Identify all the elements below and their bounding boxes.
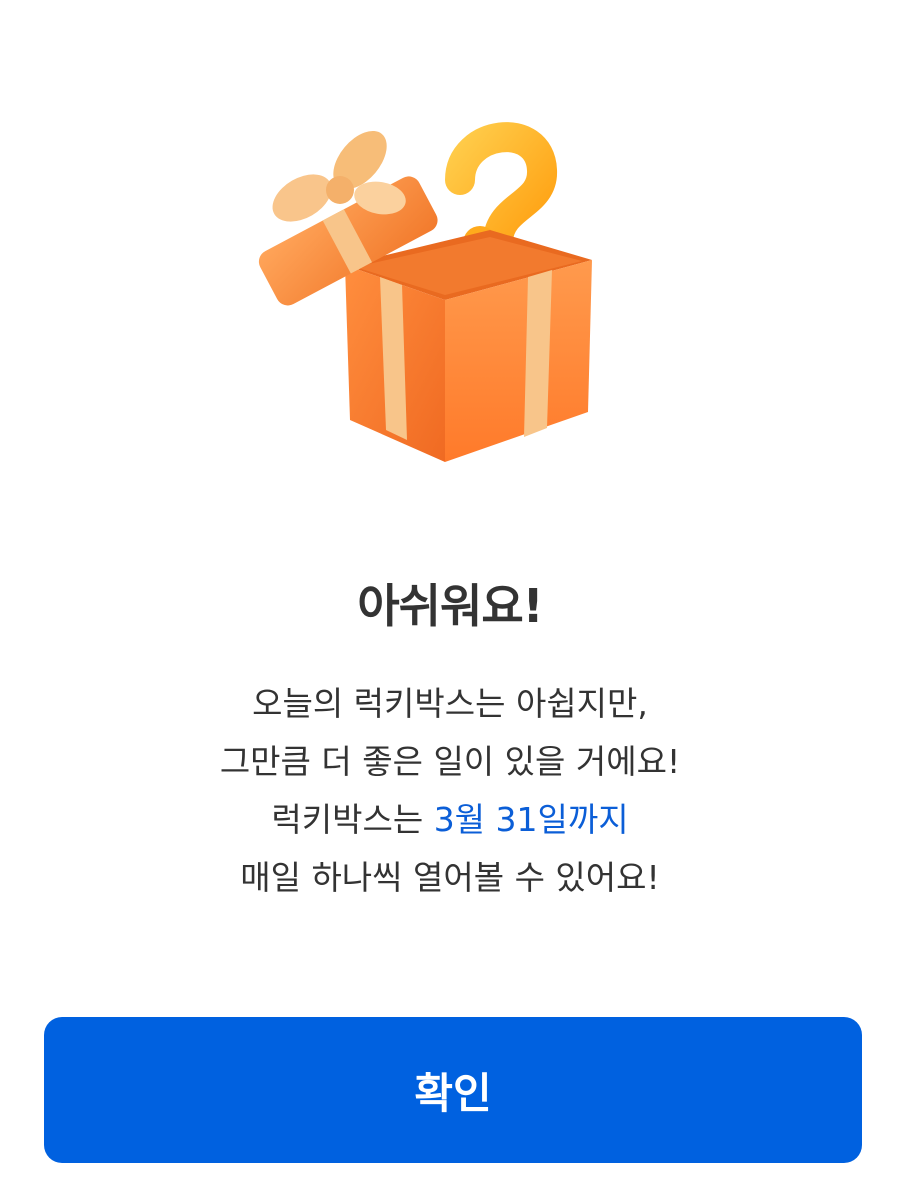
message-line-2: 그만큼 더 좋은 일이 있을 거에요! [219, 742, 681, 781]
dialog-message: 오늘의 럭키박스는 아쉽지만, 그만큼 더 좋은 일이 있을 거에요! 럭키박스… [0, 675, 900, 907]
open-gift-box-question-mark-icon [240, 100, 620, 480]
deadline-highlight: 3월 31일까지 [433, 800, 629, 839]
message-line-3: 럭키박스는 3월 31일까지 [0, 791, 900, 849]
dialog-title: 아쉬워요! [357, 579, 543, 633]
message-line-3-prefix: 럭키박스는 [271, 800, 434, 839]
message-line-4: 매일 하나씩 열어볼 수 있어요! [240, 858, 660, 897]
message-line-1: 오늘의 럭키박스는 아쉽지만, [252, 684, 648, 723]
lucky-box-result-dialog: 아쉬워요! 오늘의 럭키박스는 아쉽지만, 그만큼 더 좋은 일이 있을 거에요… [0, 0, 900, 1191]
confirm-button[interactable]: 확인 [44, 1017, 862, 1163]
